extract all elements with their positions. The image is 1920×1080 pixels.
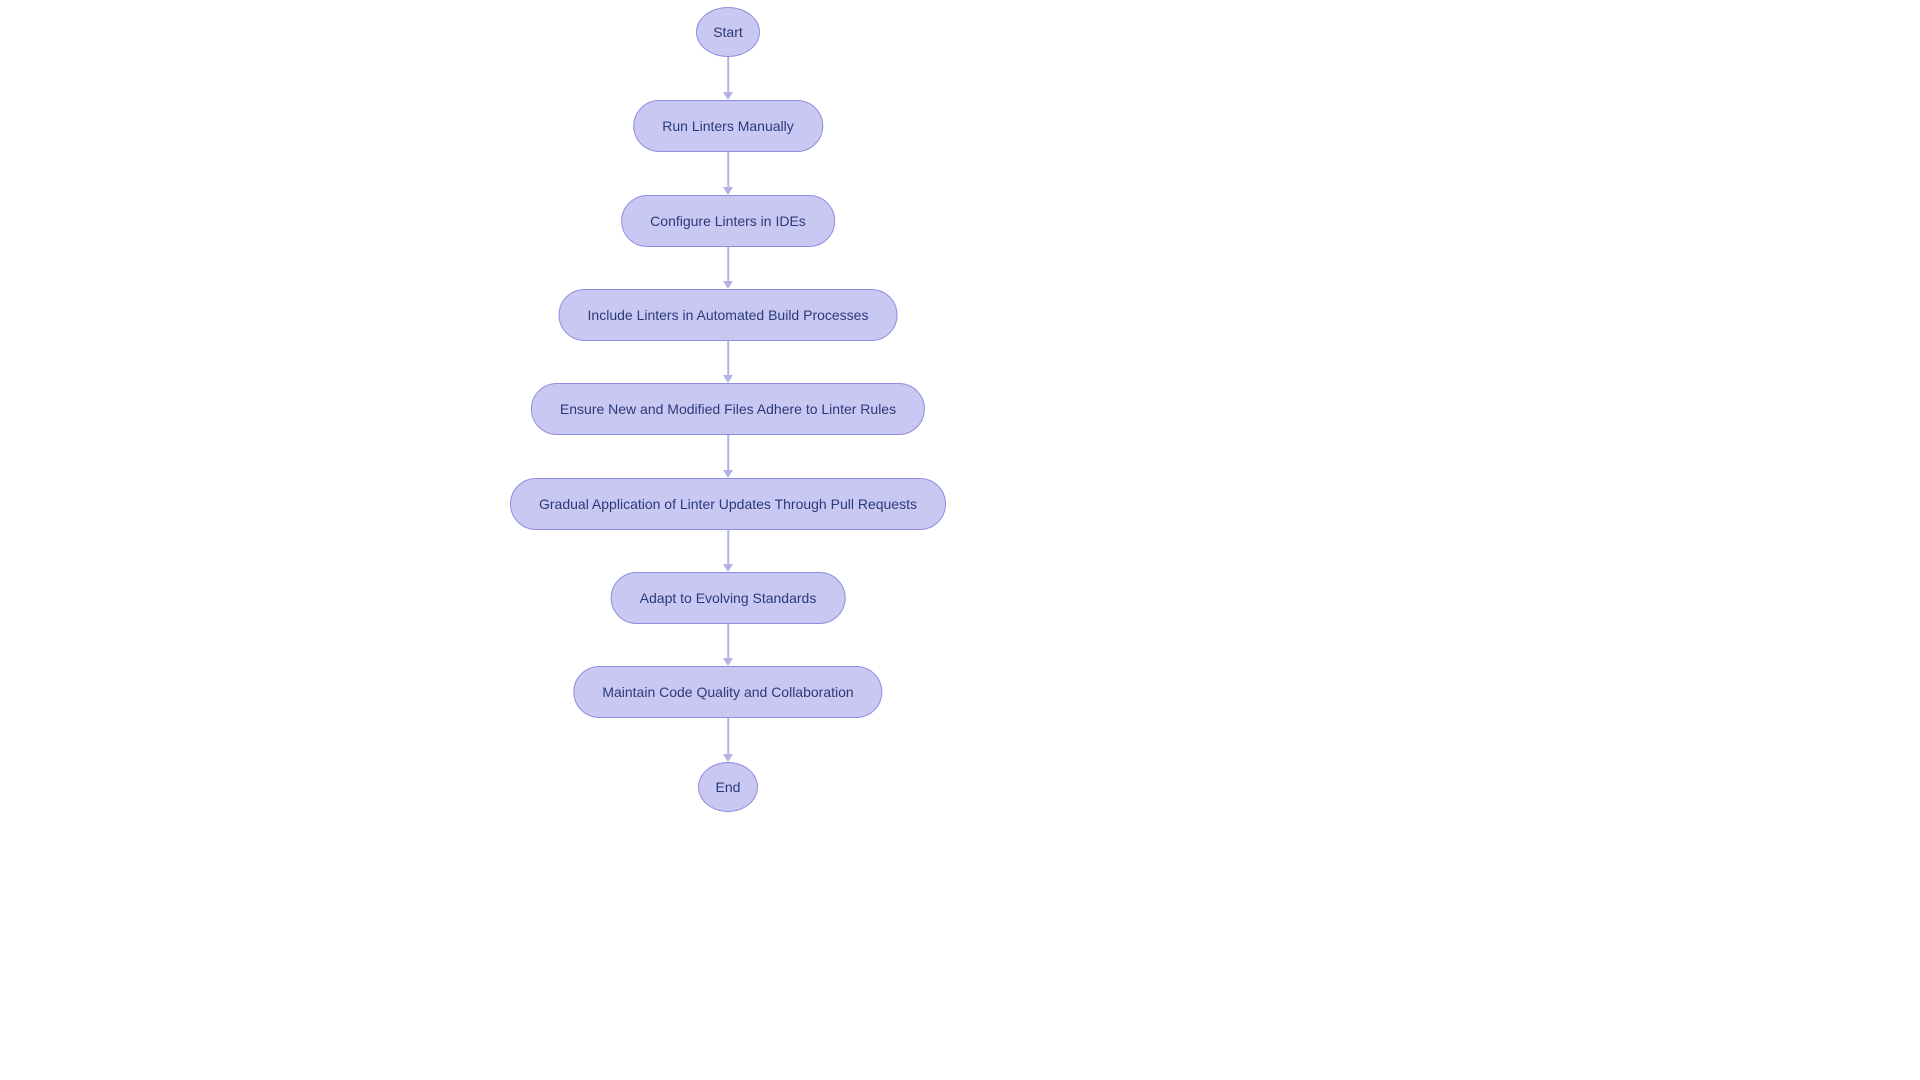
flow-edge <box>727 435 729 470</box>
flow-edge <box>727 530 729 564</box>
arrow-down-icon <box>723 658 733 666</box>
flow-node-label: Run Linters Manually <box>662 118 794 134</box>
arrow-down-icon <box>723 187 733 195</box>
flow-node-n1: Run Linters Manually <box>633 100 823 152</box>
arrow-down-icon <box>723 92 733 100</box>
flow-node-label: Ensure New and Modified Files Adhere to … <box>560 401 896 417</box>
flow-node-n7: Maintain Code Quality and Collaboration <box>573 666 882 718</box>
flow-edge <box>727 57 729 92</box>
flow-node-n4: Ensure New and Modified Files Adhere to … <box>531 383 925 435</box>
flow-node-n6: Adapt to Evolving Standards <box>611 572 846 624</box>
flow-node-label: Start <box>713 24 743 40</box>
arrow-down-icon <box>723 281 733 289</box>
flow-node-label: Gradual Application of Linter Updates Th… <box>539 496 917 512</box>
flow-node-label: Configure Linters in IDEs <box>650 213 806 229</box>
flowchart-container: Start Run Linters Manually Configure Linte… <box>0 0 1920 1080</box>
flow-node-n5: Gradual Application of Linter Updates Th… <box>510 478 946 530</box>
flow-node-start: Start <box>696 7 760 57</box>
arrow-down-icon <box>723 754 733 762</box>
flow-edge <box>727 718 729 754</box>
flow-node-label: Include Linters in Automated Build Proce… <box>588 307 869 323</box>
flow-node-label: End <box>716 779 741 795</box>
flow-edge <box>727 247 729 281</box>
flow-node-n3: Include Linters in Automated Build Proce… <box>559 289 898 341</box>
arrow-down-icon <box>723 564 733 572</box>
flow-edge <box>727 152 729 187</box>
flow-node-end: End <box>698 762 758 812</box>
flow-node-label: Maintain Code Quality and Collaboration <box>602 684 853 700</box>
flow-node-n2: Configure Linters in IDEs <box>621 195 835 247</box>
arrow-down-icon <box>723 375 733 383</box>
flow-node-label: Adapt to Evolving Standards <box>640 590 817 606</box>
flow-edge <box>727 341 729 375</box>
flow-edge <box>727 624 729 658</box>
arrow-down-icon <box>723 470 733 478</box>
